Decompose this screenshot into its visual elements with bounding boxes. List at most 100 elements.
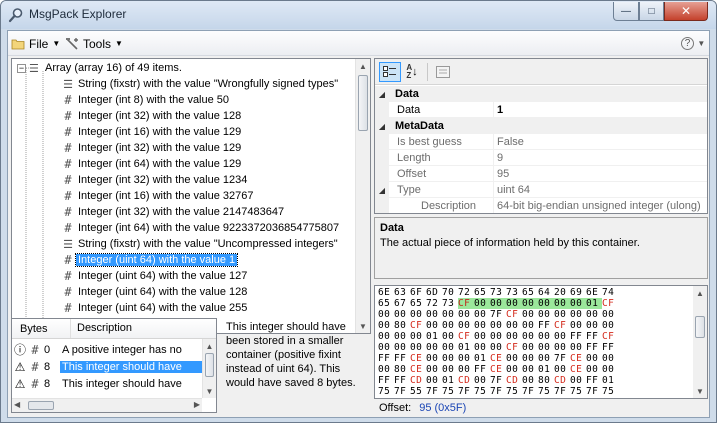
column-divider[interactable]: [493, 102, 494, 118]
tree-item[interactable]: # Integer (uint 64) with the value 1: [60, 252, 239, 268]
issue-row[interactable]: ⚠ #8 This integer should have: [12, 375, 202, 392]
tree-root-row[interactable]: − ☰ Array (array 16) of 49 items.: [17, 60, 184, 76]
hex-byte[interactable]: 00: [378, 331, 394, 342]
hex-byte[interactable]: 00: [442, 309, 458, 320]
tree-item[interactable]: # Integer (int 16) with the value 129: [60, 124, 243, 140]
hex-byte[interactable]: 7F: [586, 386, 602, 397]
hex-byte[interactable]: 80: [394, 320, 410, 331]
hex-byte[interactable]: CE: [490, 364, 506, 375]
hex-byte[interactable]: 00: [522, 342, 538, 353]
hex-byte[interactable]: 00: [570, 298, 586, 309]
description-column-header[interactable]: Description: [70, 319, 132, 338]
hex-scrollbar[interactable]: ▲ ▼: [693, 286, 707, 398]
hex-byte[interactable]: 74: [602, 287, 618, 298]
hex-byte[interactable]: CD: [458, 375, 474, 386]
hex-byte[interactable]: 01: [538, 364, 554, 375]
column-divider[interactable]: [493, 182, 494, 198]
scroll-thumb[interactable]: [358, 75, 368, 131]
bytes-column-header[interactable]: Bytes: [20, 323, 48, 335]
hex-byte[interactable]: 72: [426, 298, 442, 309]
hex-byte[interactable]: 00: [538, 309, 554, 320]
hex-byte[interactable]: 00: [394, 342, 410, 353]
tree-item[interactable]: # Integer (uint 64) with the value 128: [60, 284, 249, 300]
column-divider[interactable]: [493, 198, 494, 213]
property-category[interactable]: ◢ MetaData: [375, 118, 707, 134]
hex-byte[interactable]: 00: [586, 309, 602, 320]
tree-item[interactable]: # Integer (uint 64) with the value 127: [60, 268, 249, 284]
hex-byte[interactable]: 00: [490, 342, 506, 353]
hex-byte[interactable]: 00: [522, 309, 538, 320]
hex-byte[interactable]: CF: [554, 320, 570, 331]
hex-byte[interactable]: 00: [394, 331, 410, 342]
hex-byte[interactable]: CF: [602, 331, 618, 342]
issue-row[interactable]: ⓘ #0 A positive integer has no: [12, 341, 202, 358]
hex-byte[interactable]: 80: [538, 375, 554, 386]
scroll-thumb[interactable]: [205, 353, 214, 377]
hex-byte[interactable]: 73: [442, 298, 458, 309]
hex-byte[interactable]: 00: [538, 298, 554, 309]
hex-byte[interactable]: 6E: [586, 287, 602, 298]
hex-byte[interactable]: 72: [458, 287, 474, 298]
hex-byte[interactable]: CE: [570, 353, 586, 364]
hex-byte[interactable]: 65: [378, 298, 394, 309]
property-row[interactable]: Offset 95: [375, 166, 707, 182]
hex-byte[interactable]: 00: [522, 375, 538, 386]
hex-byte[interactable]: 75: [602, 386, 618, 397]
hex-byte[interactable]: FF: [570, 331, 586, 342]
hex-byte[interactable]: FF: [586, 331, 602, 342]
hex-byte[interactable]: 00: [426, 364, 442, 375]
hex-byte[interactable]: CF: [458, 298, 474, 309]
hex-byte[interactable]: CE: [410, 353, 426, 364]
hex-byte[interactable]: CF: [506, 309, 522, 320]
hex-byte[interactable]: 7F: [554, 386, 570, 397]
hex-byte[interactable]: 00: [506, 320, 522, 331]
message-tree[interactable]: − ☰ Array (array 16) of 49 items. ☰ Strin…: [11, 58, 371, 334]
hex-byte[interactable]: CE: [410, 364, 426, 375]
hex-byte[interactable]: 7F: [426, 386, 442, 397]
hex-byte[interactable]: FF: [394, 353, 410, 364]
hex-byte[interactable]: 00: [458, 309, 474, 320]
hex-byte[interactable]: 75: [442, 386, 458, 397]
property-row[interactable]: Length 9: [375, 150, 707, 166]
hex-byte[interactable]: 00: [554, 309, 570, 320]
hex-byte[interactable]: 7F: [490, 386, 506, 397]
hex-byte[interactable]: 00: [474, 309, 490, 320]
hex-byte[interactable]: 00: [538, 342, 554, 353]
column-divider[interactable]: [493, 166, 494, 182]
hex-byte[interactable]: 75: [378, 386, 394, 397]
hex-byte[interactable]: CF: [506, 342, 522, 353]
hex-byte[interactable]: 69: [570, 287, 586, 298]
hex-byte[interactable]: 00: [586, 353, 602, 364]
issue-row[interactable]: ⚠ #8 This integer should have: [12, 358, 202, 375]
scroll-down-icon[interactable]: ▼: [203, 384, 216, 398]
hex-byte[interactable]: CE: [570, 364, 586, 375]
tree-item[interactable]: # Integer (int 32) with the value 2147483…: [60, 204, 286, 220]
hex-byte[interactable]: 20: [554, 287, 570, 298]
hex-byte[interactable]: 00: [602, 309, 618, 320]
hex-byte[interactable]: 00: [426, 309, 442, 320]
column-divider[interactable]: [493, 134, 494, 150]
minimize-button[interactable]: —: [613, 2, 639, 21]
hex-byte[interactable]: CF: [602, 298, 618, 309]
hex-byte[interactable]: 00: [570, 309, 586, 320]
issues-vscrollbar[interactable]: ▲ ▼: [202, 339, 216, 398]
hex-byte[interactable]: CE: [490, 353, 506, 364]
hex-byte[interactable]: 75: [570, 386, 586, 397]
hex-byte[interactable]: 64: [538, 287, 554, 298]
tree-item[interactable]: # Integer (int 64) with the value 129: [60, 156, 243, 172]
hex-byte[interactable]: 7F: [554, 353, 570, 364]
hex-byte[interactable]: 00: [506, 331, 522, 342]
tree-item[interactable]: # Integer (int 32) with the value 1234: [60, 172, 249, 188]
hex-byte[interactable]: 00: [522, 353, 538, 364]
hex-byte[interactable]: 00: [442, 353, 458, 364]
hex-byte[interactable]: FF: [586, 342, 602, 353]
collapse-icon[interactable]: ◢: [375, 90, 389, 99]
hex-byte[interactable]: FF: [394, 375, 410, 386]
property-row[interactable]: Data 1: [375, 102, 707, 118]
hex-byte[interactable]: 00: [474, 342, 490, 353]
hex-byte[interactable]: 00: [458, 353, 474, 364]
hex-byte[interactable]: 63: [394, 287, 410, 298]
hex-byte[interactable]: 00: [458, 320, 474, 331]
hex-byte[interactable]: 00: [506, 298, 522, 309]
hex-byte[interactable]: 00: [506, 353, 522, 364]
